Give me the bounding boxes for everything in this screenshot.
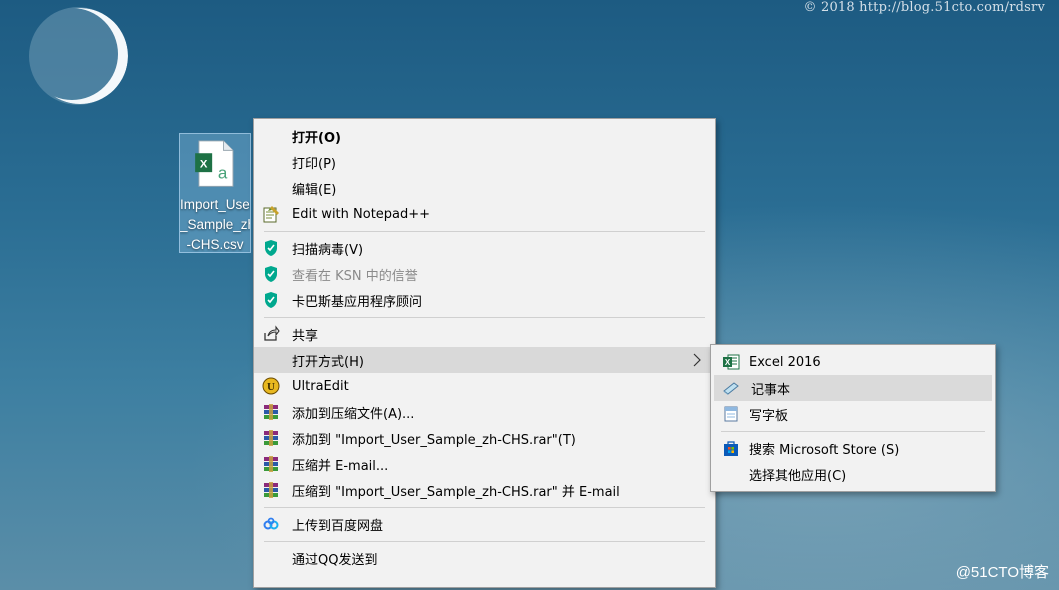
menu-item-edit[interactable]: 编辑(E) xyxy=(254,175,715,201)
svg-text:a: a xyxy=(218,164,228,183)
open-with-submenu: X Excel 2016 记事本 写字板 搜索 Microsoft Store … xyxy=(710,344,996,492)
svg-text:X: X xyxy=(725,358,731,367)
menu-item-print[interactable]: 打印(P) xyxy=(254,149,715,175)
context-menu: 打开(O) 打印(P) 编辑(E) Edit with Notepad++ 扫描… xyxy=(253,118,716,588)
share-icon xyxy=(262,325,280,343)
notepad-icon xyxy=(722,379,740,397)
excel-icon: X xyxy=(722,353,740,371)
menu-item-send-qq[interactable]: 通过QQ发送到 xyxy=(254,545,715,571)
menu-item-ultraedit[interactable]: U UltraEdit xyxy=(254,373,715,399)
wordpad-icon xyxy=(722,405,740,423)
kaspersky-shield-icon xyxy=(262,239,280,257)
submenu-item-wordpad[interactable]: 写字板 xyxy=(711,401,995,427)
menu-item-edit-notepadpp[interactable]: Edit with Notepad++ xyxy=(254,201,715,227)
watermark-bottom: @51CTO博客 xyxy=(955,564,1049,581)
submenu-item-notepad[interactable]: 记事本 xyxy=(714,375,992,401)
menu-item-open[interactable]: 打开(O) xyxy=(254,123,715,149)
kaspersky-shield-icon xyxy=(262,265,280,283)
csv-file-icon: X a xyxy=(195,140,234,187)
kaspersky-shield-icon xyxy=(262,291,280,309)
winrar-icon xyxy=(262,481,280,499)
menu-separator xyxy=(264,507,705,508)
desktop-file-icon[interactable]: X a Import_User _Sample_zh -CHS.csv xyxy=(179,133,251,253)
ultraedit-icon: U xyxy=(262,377,280,395)
moon-image xyxy=(24,6,134,108)
menu-separator xyxy=(264,541,705,542)
desktop-file-label: Import_User _Sample_zh -CHS.csv xyxy=(180,197,250,252)
microsoft-store-icon xyxy=(722,439,740,457)
notepadpp-icon xyxy=(262,205,280,223)
winrar-icon xyxy=(262,429,280,447)
menu-item-compress-rar-email[interactable]: 压缩到 "Import_User_Sample_zh-CHS.rar" 并 E-… xyxy=(254,477,715,503)
menu-item-share[interactable]: 共享 xyxy=(254,321,715,347)
baidu-netdisk-icon xyxy=(262,515,280,533)
menu-item-kaspersky-advisor[interactable]: 卡巴斯基应用程序顾问 xyxy=(254,287,715,313)
menu-separator xyxy=(264,231,705,232)
watermark-top: © 2018 http://blog.51cto.com/rdsrv xyxy=(803,0,1045,15)
submenu-item-excel[interactable]: X Excel 2016 xyxy=(711,349,995,375)
menu-separator xyxy=(721,431,985,432)
chevron-right-icon xyxy=(691,353,703,367)
menu-item-scan-virus[interactable]: 扫描病毒(V) xyxy=(254,235,715,261)
svg-text:X: X xyxy=(200,158,208,170)
submenu-item-microsoft-store[interactable]: 搜索 Microsoft Store (S) xyxy=(711,435,995,461)
menu-item-add-to-archive[interactable]: 添加到压缩文件(A)... xyxy=(254,399,715,425)
winrar-icon xyxy=(262,455,280,473)
menu-item-ksn-reputation[interactable]: 查看在 KSN 中的信誉 xyxy=(254,261,715,287)
svg-text:U: U xyxy=(267,381,275,393)
menu-item-open-with[interactable]: 打开方式(H) xyxy=(254,347,715,373)
menu-item-baidu-netdisk[interactable]: 上传到百度网盘 xyxy=(254,511,715,537)
winrar-icon xyxy=(262,403,280,421)
menu-item-compress-email[interactable]: 压缩并 E-mail... xyxy=(254,451,715,477)
menu-separator xyxy=(264,317,705,318)
submenu-item-choose-other-app[interactable]: 选择其他应用(C) xyxy=(711,461,995,487)
menu-item-add-to-rar[interactable]: 添加到 "Import_User_Sample_zh-CHS.rar"(T) xyxy=(254,425,715,451)
